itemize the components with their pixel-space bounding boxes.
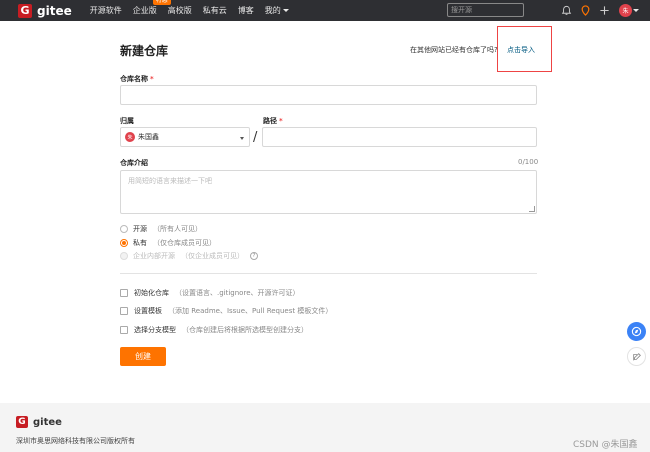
path-label: 路径 * (263, 116, 283, 126)
checkbox-hint: （仓库创建后将根据所选模型创建分支） (182, 326, 308, 334)
nav-open-source[interactable]: 开源软件 (90, 5, 122, 16)
owner-avatar: 朱 (125, 132, 135, 142)
nav-education[interactable]: 高校版 (168, 5, 192, 16)
top-navbar: G gitee 开源软件 企业版 特惠 高校版 私有云 博客 我的 搜开源 朱 (0, 0, 650, 21)
highlight-annotation-box (497, 26, 552, 72)
repo-name-input[interactable] (120, 85, 537, 105)
option-template[interactable]: 设置模板 （添加 Readme、Issue、Pull Request 模板文件） (120, 306, 332, 316)
intro-label: 仓库介绍 (120, 159, 148, 167)
radio-hint: （所有人可见） (153, 225, 202, 233)
bell-icon[interactable] (561, 5, 572, 16)
owner-select[interactable]: 朱 朱国鑫 (120, 127, 250, 147)
repo-name-label: 仓库名称 * (120, 74, 154, 84)
radio-button-disabled (120, 252, 128, 260)
radio-label: 开源 (133, 225, 147, 233)
path-input[interactable] (262, 127, 537, 147)
required-mark: * (150, 75, 154, 83)
visibility-public[interactable]: 开源 （所有人可见） (120, 224, 202, 234)
location-icon[interactable] (580, 5, 591, 16)
intro-textarea[interactable]: 用简短的语言来描述一下吧 (120, 170, 537, 214)
divider (120, 273, 537, 274)
watermark: CSDN @朱国鑫 (573, 440, 638, 450)
logo-icon: G (16, 416, 28, 428)
search-input[interactable]: 搜开源 (447, 3, 524, 17)
path-separator: / (253, 130, 258, 145)
plus-icon[interactable] (599, 5, 610, 16)
owner-name: 朱国鑫 (138, 133, 159, 141)
avatar-chevron-down-icon[interactable] (633, 9, 639, 12)
chevron-down-icon (282, 9, 289, 12)
main-nav: 开源软件 企业版 特惠 高校版 私有云 博客 我的 (90, 0, 300, 16)
radio-hint: （仅仓库成员可见） (153, 239, 216, 247)
checkbox-hint: （设置语言、.gitignore、开源许可证） (175, 289, 300, 297)
page-title: 新建仓库 (120, 44, 169, 58)
question-icon[interactable]: ? (250, 252, 258, 260)
checkbox[interactable] (120, 289, 128, 297)
intro-placeholder: 用简短的语言来描述一下吧 (128, 177, 212, 185)
edit-float-button[interactable] (627, 347, 646, 366)
gitee-logo[interactable]: G gitee (18, 3, 72, 18)
logo-text: gitee (33, 416, 62, 428)
visibility-enterprise: 企业内部开源 （仅企业成员可见） ? (120, 251, 258, 261)
nav-enterprise-label: 企业版 (132, 6, 157, 15)
owner-label: 归属 (120, 117, 134, 125)
user-avatar[interactable]: 朱 (619, 4, 632, 17)
checkbox[interactable] (120, 326, 128, 334)
edit-icon (632, 352, 641, 360)
nav-blog[interactable]: 博客 (238, 5, 254, 16)
nav-mine-label: 我的 (264, 6, 281, 15)
radio-button[interactable] (120, 225, 128, 233)
radio-button-selected[interactable] (120, 239, 128, 247)
footer-logo[interactable]: G gitee (16, 416, 62, 428)
radio-label: 企业内部开源 (133, 252, 175, 260)
nav-private-cloud[interactable]: 私有云 (203, 5, 227, 16)
repo-name-label-text: 仓库名称 (120, 75, 148, 83)
import-question: 在其他网站已经有仓库了吗? (410, 46, 498, 54)
checkbox[interactable] (120, 307, 128, 315)
resize-handle-icon[interactable] (529, 206, 535, 212)
nav-mine[interactable]: 我的 (265, 5, 289, 16)
option-branch-model[interactable]: 选择分支模型 （仓库创建后将根据所选模型创建分支） (120, 325, 308, 335)
logo-icon: G (18, 3, 32, 18)
radio-label: 私有 (133, 239, 147, 247)
logo-text: gitee (37, 3, 72, 18)
radio-hint: （仅企业成员可见） (181, 252, 244, 260)
checkbox-label: 选择分支模型 (134, 326, 176, 334)
required-mark: * (279, 117, 283, 125)
chevron-down-icon (240, 137, 244, 140)
checkbox-hint: （添加 Readme、Issue、Pull Request 模板文件） (168, 307, 333, 315)
option-init-repo[interactable]: 初始化仓库 （设置语言、.gitignore、开源许可证） (120, 288, 300, 298)
copyright-text: 深圳市奥思网络科技有限公司版权所有 (16, 437, 135, 445)
char-counter: 0/100 (518, 158, 539, 166)
compass-icon (631, 326, 642, 337)
path-label-text: 路径 (263, 117, 277, 125)
checkbox-label: 初始化仓库 (134, 289, 169, 297)
chat-float-button[interactable] (627, 322, 646, 341)
checkbox-label: 设置模板 (134, 307, 162, 315)
visibility-private[interactable]: 私有 （仅仓库成员可见） (120, 238, 216, 248)
nav-enterprise[interactable]: 企业版 特惠 (132, 0, 171, 16)
create-button[interactable]: 创建 (120, 347, 166, 366)
